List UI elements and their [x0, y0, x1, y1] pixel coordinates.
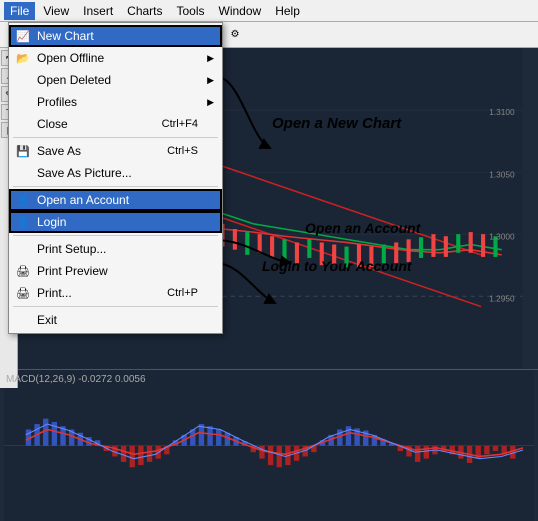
- svg-text:1.3100: 1.3100: [489, 108, 515, 117]
- menu-login[interactable]: 👤 Login: [9, 211, 222, 233]
- menu-help[interactable]: Help: [269, 2, 306, 20]
- menu-save-as-picture[interactable]: Save As Picture...: [9, 162, 222, 184]
- menu-new-chart[interactable]: 📈 New Chart: [9, 25, 222, 47]
- separator-2: [13, 186, 218, 187]
- menu-charts[interactable]: Charts: [121, 2, 168, 20]
- svg-text:1.3000: 1.3000: [489, 232, 515, 241]
- menu-tools[interactable]: Tools: [171, 2, 211, 20]
- menu-exit[interactable]: Exit: [9, 309, 222, 331]
- open-account-icon: 👤: [13, 192, 33, 208]
- menu-open-offline[interactable]: 📂 Open Offline: [9, 47, 222, 69]
- menu-print-setup[interactable]: Print Setup...: [9, 238, 222, 260]
- print-icon: 🖨: [13, 285, 33, 301]
- menu-print[interactable]: 🖨 Print... Ctrl+P: [9, 282, 222, 304]
- menu-profiles[interactable]: Profiles: [9, 91, 222, 113]
- print-preview-icon: 🖨: [13, 263, 33, 279]
- menu-window[interactable]: Window: [213, 2, 268, 20]
- separator-1: [13, 137, 218, 138]
- menu-open-account[interactable]: 👤 Open an Account: [9, 189, 222, 211]
- props-btn[interactable]: ⚙: [224, 24, 246, 46]
- open-offline-icon: 📂: [13, 50, 33, 66]
- menu-open-deleted[interactable]: Open Deleted: [9, 69, 222, 91]
- menu-save-as[interactable]: 💾 Save As Ctrl+S: [9, 140, 222, 162]
- menu-bar: File View Insert Charts Tools Window Hel…: [0, 0, 538, 22]
- separator-3: [13, 235, 218, 236]
- menu-file[interactable]: File: [4, 2, 35, 20]
- file-dropdown: 📈 New Chart 📂 Open Offline Open Deleted …: [8, 22, 223, 334]
- menu-view[interactable]: View: [37, 2, 75, 20]
- menu-close[interactable]: Close Ctrl+F4: [9, 113, 222, 135]
- menu-print-preview[interactable]: 🖨 Print Preview: [9, 260, 222, 282]
- macd-label: MACD(12,26,9) -0.0272 0.0056: [6, 374, 146, 385]
- new-chart-icon: 📈: [13, 28, 33, 44]
- save-as-icon: 💾: [13, 143, 33, 159]
- menu-insert[interactable]: Insert: [77, 2, 119, 20]
- login-icon: 👤: [13, 214, 33, 230]
- svg-text:1.3050: 1.3050: [489, 170, 515, 179]
- separator-4: [13, 306, 218, 307]
- macd-chart: MACD(12,26,9) -0.0272 0.0056: [0, 370, 538, 521]
- macd-svg: [0, 370, 538, 521]
- svg-text:1.2950: 1.2950: [489, 294, 515, 303]
